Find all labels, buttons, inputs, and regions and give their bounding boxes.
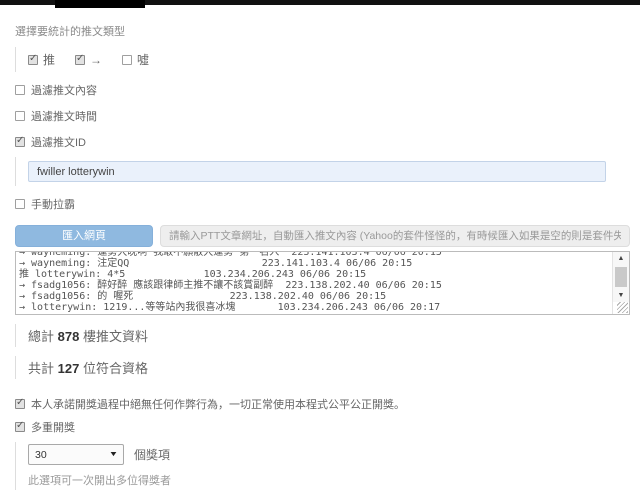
push-checkbox-label: 推 bbox=[43, 51, 55, 68]
multi-draw-label: 多重開獎 bbox=[31, 419, 75, 435]
window-top-edge bbox=[0, 0, 640, 5]
multi-draw-checkbox[interactable] bbox=[15, 422, 25, 432]
multi-draw-helper-text: 此選項可一次開出多位得獎者 bbox=[28, 472, 630, 488]
comment-line: → fsadg1056: 醉好醉 應該跟律師主推不讓不該賞副醉 223.138.… bbox=[19, 280, 609, 291]
comment-line-list: → wayneming: 運勢大晚啊 我敢不願散大運勢 第一名入 223.141… bbox=[19, 252, 609, 313]
prize-count-select[interactable]: 30 ▼ bbox=[28, 444, 124, 465]
total-comments-stat: 總計 878 樓推文資料 bbox=[15, 324, 630, 347]
prize-count-value: 30 bbox=[35, 449, 47, 461]
total-prefix: 總計 bbox=[28, 329, 54, 344]
qualified-stat: 共計 127 位符合資格 bbox=[15, 356, 630, 379]
scroll-up-icon[interactable]: ▲ bbox=[613, 252, 629, 265]
scrollbar-track[interactable] bbox=[613, 265, 629, 289]
qualified-suffix: 位符合資格 bbox=[83, 361, 148, 376]
fairness-promise-row: 本人承諾開獎過程中絕無任何作弊行為，一切正常使用本程式公平公正開獎。 bbox=[15, 396, 630, 412]
prize-count-row: 30 ▼ 個獎項 bbox=[28, 444, 630, 465]
push-checkbox[interactable] bbox=[28, 55, 38, 65]
resize-grip-icon[interactable] bbox=[613, 302, 629, 314]
arrow-checkbox[interactable] bbox=[75, 55, 85, 65]
total-suffix: 樓推文資料 bbox=[83, 329, 148, 344]
fairness-promise-label: 本人承諾開獎過程中絕無任何作弊行為，一切正常使用本程式公平公正開獎。 bbox=[31, 396, 405, 412]
filter-content-row: 過濾推文內容 bbox=[15, 82, 630, 98]
qualified-prefix: 共計 bbox=[28, 361, 54, 376]
manual-slot-label: 手動拉霸 bbox=[31, 196, 75, 212]
push-type-push: 推 bbox=[28, 51, 55, 68]
qualified-count: 127 bbox=[58, 361, 80, 376]
textarea-scrollbar[interactable]: ▲ ▼ bbox=[612, 252, 629, 314]
filter-time-row: 過濾推文時間 bbox=[15, 108, 630, 124]
prize-unit-label: 個獎項 bbox=[134, 446, 170, 463]
filter-id-checkbox[interactable] bbox=[15, 137, 25, 147]
comment-line: → lotterywin: 1219...等等站內我很喜冰塊 103.234.2… bbox=[19, 302, 609, 313]
filter-content-checkbox[interactable] bbox=[15, 85, 25, 95]
import-page-button[interactable]: 匯入網頁 bbox=[15, 225, 153, 247]
push-type-checkbox-group: 推 → 噓 bbox=[15, 47, 630, 72]
import-row: 匯入網頁 bbox=[15, 225, 630, 247]
manual-slot-row: 手動拉霸 bbox=[15, 196, 630, 212]
manual-slot-checkbox[interactable] bbox=[15, 199, 25, 209]
total-count: 878 bbox=[58, 329, 80, 344]
comment-line: 推 lotterywin: 4*5 103.234.206.243 06/06 … bbox=[19, 269, 609, 280]
comments-content: → wayneming: 運勢大晚啊 我敢不願散大運勢 第一名入 223.141… bbox=[16, 252, 612, 314]
filter-id-label: 過濾推文ID bbox=[31, 134, 86, 150]
scroll-down-icon[interactable]: ▼ bbox=[613, 289, 629, 302]
scrollbar-thumb[interactable] bbox=[615, 267, 627, 287]
filter-time-label: 過濾推文時間 bbox=[31, 108, 97, 124]
push-type-boo: 噓 bbox=[122, 51, 149, 68]
comments-textarea[interactable]: → wayneming: 運勢大晚啊 我敢不願散大運勢 第一名入 223.141… bbox=[15, 251, 630, 315]
boo-checkbox-label: 噓 bbox=[137, 51, 149, 68]
filter-id-row: 過濾推文ID bbox=[15, 134, 630, 150]
id-filter-group bbox=[15, 157, 630, 186]
multi-draw-row: 多重開獎 bbox=[15, 419, 630, 435]
filter-time-checkbox[interactable] bbox=[15, 111, 25, 121]
boo-checkbox[interactable] bbox=[122, 55, 132, 65]
prize-count-group: 30 ▼ 個獎項 此選項可一次開出多位得獎者 bbox=[15, 442, 630, 490]
lottery-tool-page: 選擇要統計的推文類型 推 → 噓 過濾推文內容 過濾推文時間 過濾推文ID 手動… bbox=[0, 5, 640, 495]
ptt-url-input[interactable] bbox=[160, 225, 630, 247]
comment-line: → wayneming: 注定QQ 223.141.103.4 06/06 20… bbox=[19, 258, 609, 269]
window-top-edge-segment bbox=[55, 0, 145, 8]
filter-content-label: 過濾推文內容 bbox=[31, 82, 97, 98]
id-filter-input[interactable] bbox=[28, 161, 606, 182]
chevron-down-icon: ▼ bbox=[109, 451, 119, 458]
push-type-section-title: 選擇要統計的推文類型 bbox=[15, 23, 630, 39]
arrow-checkbox-label: → bbox=[90, 53, 102, 67]
push-type-arrow: → bbox=[75, 53, 102, 67]
comment-line: → fsadg1056: 的 喔死 223.138.202.40 06/06 2… bbox=[19, 291, 609, 302]
fairness-promise-checkbox[interactable] bbox=[15, 399, 25, 409]
